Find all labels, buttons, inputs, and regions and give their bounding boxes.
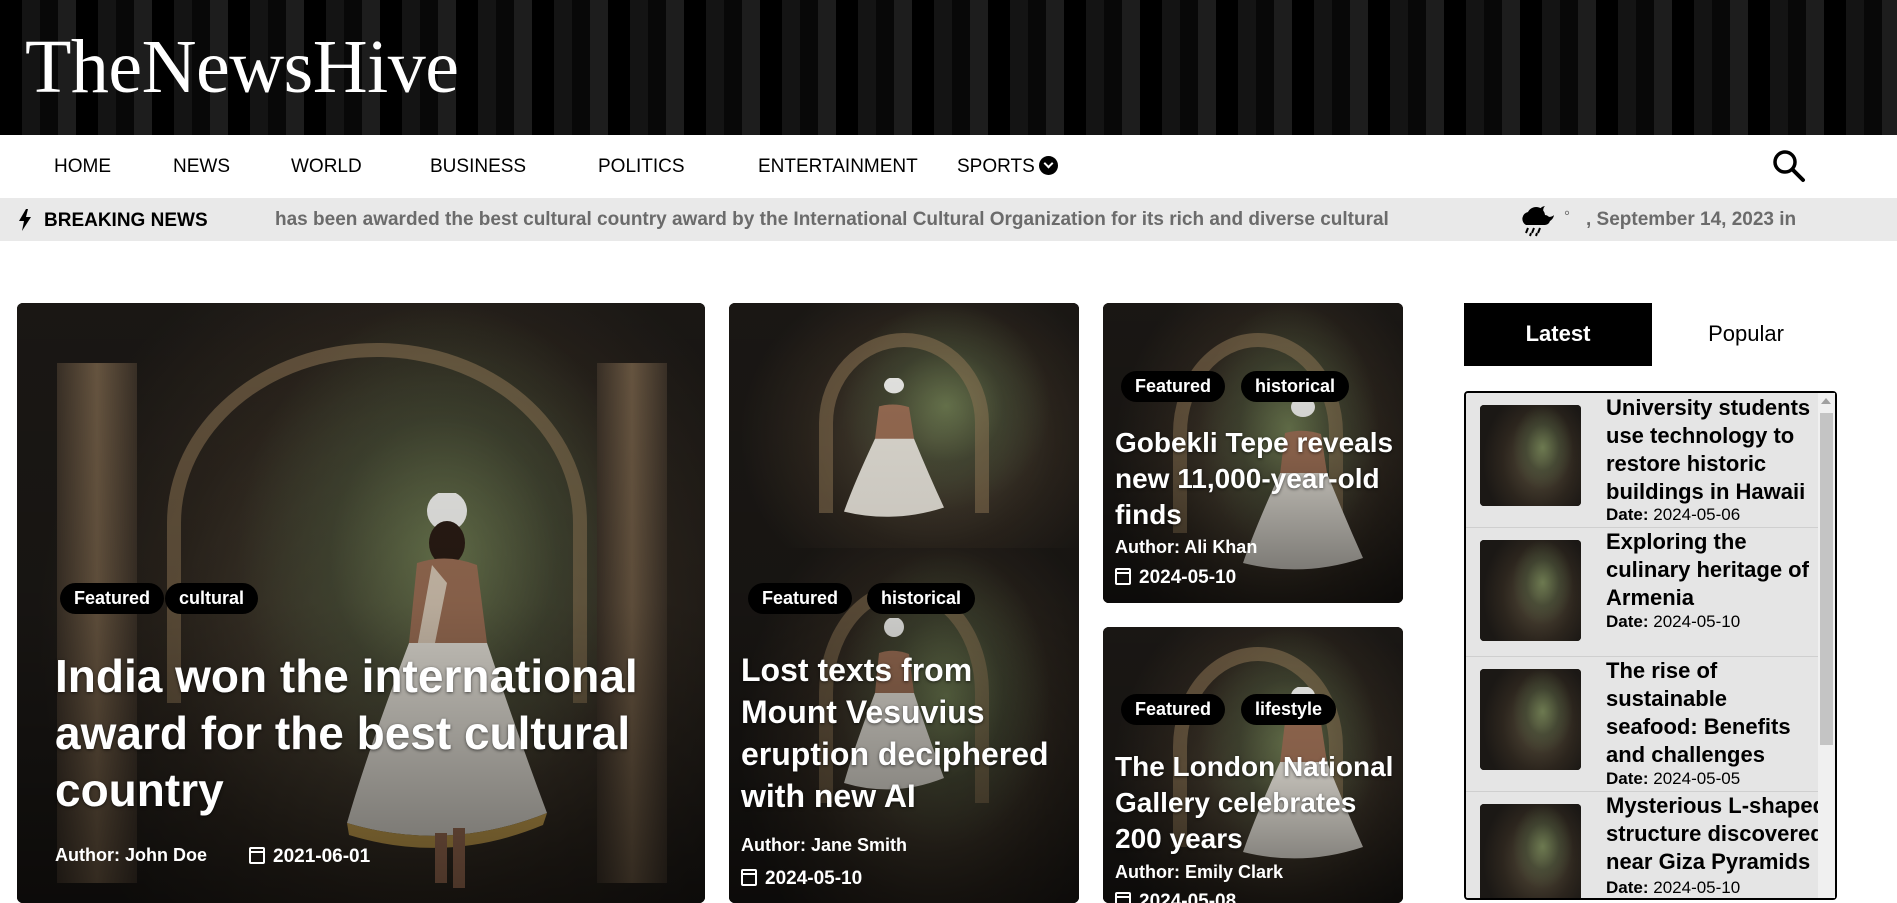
date-label: Date: bbox=[1606, 878, 1649, 897]
list-item[interactable]: Mysterious L-shaped structure discovered… bbox=[1466, 792, 1822, 898]
article-thumbnail bbox=[1480, 804, 1581, 898]
thumbnail-photo bbox=[1480, 540, 1581, 641]
featured-article-card-main[interactable]: Featured cultural India won the internat… bbox=[17, 303, 705, 903]
calendar-icon bbox=[741, 869, 757, 886]
list-item[interactable]: The rise of sustainable seafood: Benefit… bbox=[1466, 657, 1822, 792]
article-thumbnail bbox=[1480, 669, 1581, 770]
thumbnail-photo bbox=[1480, 804, 1581, 898]
lightning-icon bbox=[19, 209, 31, 231]
article-headline[interactable]: The London National Gallery celebrates 2… bbox=[1115, 749, 1400, 857]
breaking-news-label: BREAKING NEWS bbox=[44, 210, 208, 231]
calendar-icon bbox=[249, 847, 265, 864]
article-headline[interactable]: Gobekli Tepe reveals new 11,000-year-old… bbox=[1115, 425, 1400, 533]
latest-news-list[interactable]: University students use technology to re… bbox=[1464, 391, 1837, 900]
nav-item-sports-label: SPORTS bbox=[957, 156, 1035, 177]
temperature-degree: ° bbox=[1564, 208, 1570, 225]
list-scrollbar-thumb[interactable] bbox=[1820, 413, 1833, 745]
article-headline[interactable]: India won the international award for th… bbox=[55, 648, 665, 819]
cloud-moon-rain-icon bbox=[1522, 206, 1554, 237]
nav-item-politics[interactable]: POLITICS bbox=[598, 156, 685, 178]
list-item-date: Date: 2024-05-06 bbox=[1606, 505, 1740, 525]
ticker-text: has been awarded the best cultural count… bbox=[275, 209, 1395, 230]
site-logo[interactable]: TheNewsHive bbox=[25, 24, 459, 111]
article-date: 2021-06-01 bbox=[249, 846, 370, 868]
list-item-date: Date: 2024-05-10 bbox=[1606, 612, 1740, 632]
tab-popular[interactable]: Popular bbox=[1652, 303, 1840, 366]
article-date-value: 2021-06-01 bbox=[273, 846, 371, 867]
list-item-date: Date: 2024-05-10 bbox=[1606, 878, 1740, 898]
article-headline[interactable]: Lost texts from Mount Vesuvius eruption … bbox=[741, 649, 1071, 817]
calendar-icon bbox=[1115, 892, 1131, 903]
article-date: 2024-05-10 bbox=[741, 868, 862, 890]
article-author: Author: Emily Clark bbox=[1115, 862, 1284, 882]
thumbnail-photo bbox=[1480, 669, 1581, 770]
article-card-top-right[interactable]: Featured historical Gobekli Tepe reveals… bbox=[1103, 303, 1403, 603]
nav-item-sports[interactable]: SPORTS bbox=[957, 156, 1058, 178]
list-item[interactable]: University students use technology to re… bbox=[1466, 393, 1822, 528]
list-item-title[interactable]: Exploring the culinary heritage of Armen… bbox=[1606, 528, 1820, 612]
featured-article-card-mid[interactable]: Featured historical Lost texts from Moun… bbox=[729, 303, 1079, 903]
article-author: Author: Jane Smith bbox=[741, 835, 908, 855]
tag-category[interactable]: historical bbox=[1241, 371, 1350, 402]
article-date-value: 2024-05-10 bbox=[765, 868, 863, 889]
date-value: 2024-05-10 bbox=[1653, 878, 1741, 897]
date-value: 2024-05-05 bbox=[1653, 769, 1741, 788]
date-value: 2024-05-10 bbox=[1653, 612, 1741, 631]
list-item-title-text: Mysterious L-shaped structure discovered… bbox=[1606, 793, 1822, 874]
breaking-news-ticker[interactable]: has been awarded the best cultural count… bbox=[275, 209, 1395, 233]
nav-item-home[interactable]: HOME bbox=[54, 156, 111, 178]
chevron-down-icon[interactable] bbox=[1038, 156, 1058, 175]
article-date: 2024-05-08 bbox=[1115, 891, 1236, 903]
list-item-title[interactable]: University students use technology to re… bbox=[1606, 394, 1820, 506]
scroll-up-arrow-icon[interactable] bbox=[1821, 398, 1831, 404]
nav-item-news[interactable]: NEWS bbox=[173, 156, 230, 178]
article-date-value: 2024-05-10 bbox=[1139, 567, 1237, 588]
article-date-value: 2024-05-08 bbox=[1139, 891, 1237, 903]
article-author: Author: John Doe bbox=[55, 845, 207, 865]
list-item-title[interactable]: The rise of sustainable seafood: Benefit… bbox=[1606, 657, 1820, 769]
list-item-title[interactable]: Mysterious L-shaped structure discovered… bbox=[1606, 792, 1822, 876]
nav-item-business[interactable]: BUSINESS bbox=[430, 156, 526, 178]
main-nav: HOME NEWS WORLD BUSINESS POLITICS ENTERT… bbox=[0, 135, 1897, 198]
date-value: 2024-05-06 bbox=[1653, 505, 1741, 524]
article-card-bottom-right[interactable]: Featured lifestyle The London National G… bbox=[1103, 627, 1403, 903]
article-author: Author: Ali Khan bbox=[1115, 537, 1258, 557]
search-icon[interactable] bbox=[1771, 148, 1807, 184]
tag-featured[interactable]: Featured bbox=[748, 583, 853, 614]
nav-item-entertainment[interactable]: ENTERTAINMENT bbox=[758, 156, 918, 178]
date-label: Date: bbox=[1606, 612, 1649, 631]
tag-featured[interactable]: Featured bbox=[1121, 694, 1226, 725]
tag-category[interactable]: lifestyle bbox=[1241, 694, 1337, 725]
article-thumbnail bbox=[1480, 540, 1581, 641]
article-thumbnail bbox=[1480, 405, 1581, 506]
tag-featured[interactable]: Featured bbox=[1121, 371, 1226, 402]
calendar-icon bbox=[1115, 568, 1131, 585]
date-label: Date: bbox=[1606, 769, 1649, 788]
article-date: 2024-05-10 bbox=[1115, 567, 1236, 589]
tag-category[interactable]: historical bbox=[867, 583, 976, 614]
thumbnail-photo bbox=[1480, 405, 1581, 506]
list-item[interactable]: Exploring the culinary heritage of Armen… bbox=[1466, 528, 1822, 657]
weather-date-text: , September 14, 2023 in bbox=[1586, 209, 1797, 230]
tab-latest[interactable]: Latest bbox=[1464, 303, 1652, 366]
list-item-date: Date: 2024-05-05 bbox=[1606, 769, 1740, 789]
tag-category[interactable]: cultural bbox=[165, 583, 259, 614]
tag-featured[interactable]: Featured bbox=[60, 583, 165, 614]
date-label: Date: bbox=[1606, 505, 1649, 524]
nav-item-world[interactable]: WORLD bbox=[291, 156, 362, 178]
